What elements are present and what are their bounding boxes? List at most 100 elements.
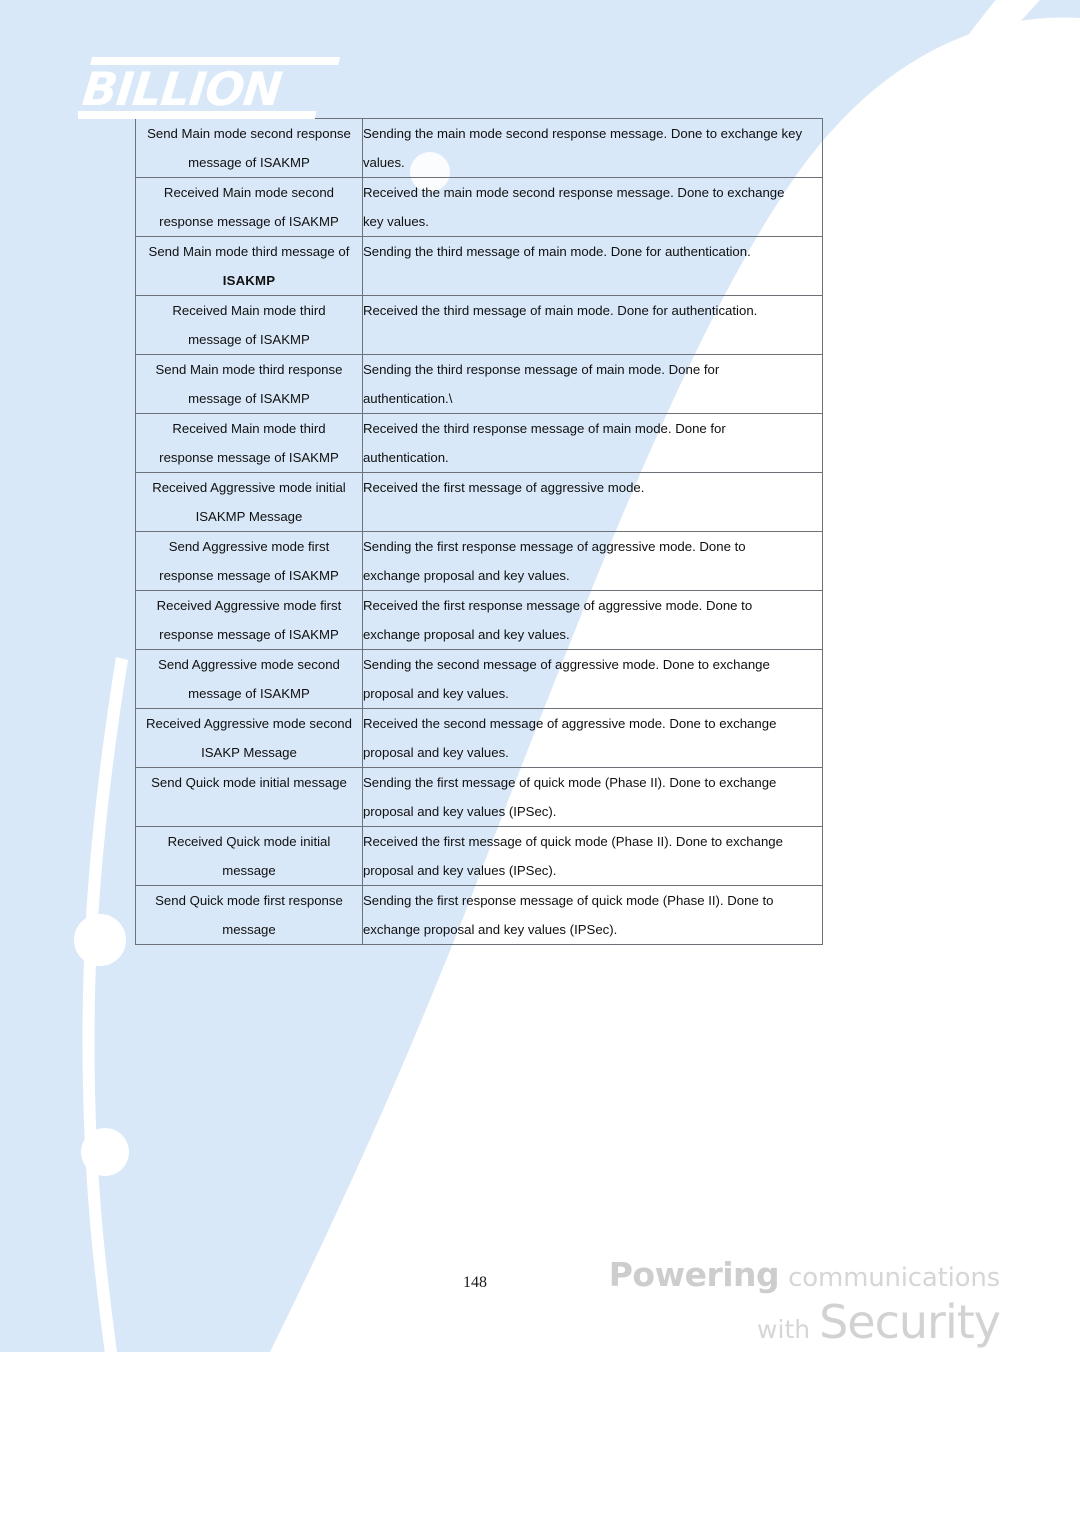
term-line: Send Aggressive mode second	[158, 657, 340, 672]
isakmp-log-message-table: Send Main mode second response message o…	[135, 118, 824, 945]
desc-line: exchange proposal and key values.	[362, 568, 570, 583]
table-cell-term: Received Aggressive mode initial ISAKMP …	[135, 472, 363, 532]
table-cell-description: Received the third message of main mode.…	[361, 295, 824, 355]
table-cell-term: Received Main mode third message of ISAK…	[135, 295, 363, 355]
table-cell-description: Received the first message of quick mode…	[361, 826, 824, 886]
desc-line: Sending the first response message of ag…	[362, 539, 746, 554]
table-cell-term: Send Aggressive mode second message of I…	[135, 649, 363, 709]
table-row: Received Aggressive mode initial ISAKMP …	[135, 472, 824, 532]
desc-line: Received the third message of main mode.…	[362, 303, 758, 318]
table-cell-term: Received Aggressive mode first response …	[135, 590, 363, 650]
table-cell-term: Received Main mode second response messa…	[135, 177, 363, 237]
desc-line: Received the first message of aggressive…	[362, 480, 645, 495]
tagline-line-1: Powering communications	[600, 1258, 1000, 1291]
table-row: Received Aggressive mode second ISAKP Me…	[135, 708, 824, 768]
desc-line: authentication.\	[362, 391, 453, 406]
table-cell-term: Send Main mode third response message of…	[135, 354, 363, 414]
billion-logo-text: BILLION	[80, 62, 285, 116]
table-cell-term: Send Main mode second response message o…	[135, 118, 363, 178]
desc-line: proposal and key values (IPSec).	[362, 863, 557, 878]
tagline-communications: communications	[788, 1263, 1000, 1293]
tagline-security: Security	[819, 1295, 1001, 1349]
table-row: Send Aggressive mode second message of I…	[135, 649, 824, 709]
footer-tagline: Powering communications with Security	[600, 1258, 1001, 1345]
table-cell-term: Send Main mode third message of ISAKMP	[135, 236, 363, 296]
tagline-powering: Powering	[608, 1255, 780, 1294]
desc-line: Sending the first message of quick mode …	[362, 775, 777, 790]
table-row: Send Main mode second response message o…	[135, 118, 824, 178]
term-line: Received Aggressive mode first	[156, 598, 342, 613]
desc-line: proposal and key values.	[362, 745, 509, 760]
term-line: Send Quick mode initial message	[151, 775, 347, 790]
table-cell-term: Send Quick mode initial message	[135, 767, 363, 827]
table-row: Received Main mode second response messa…	[135, 177, 824, 237]
desc-line: Sending the main mode second response me…	[362, 126, 803, 141]
table-cell-term: Received Quick mode initial message	[135, 826, 363, 886]
desc-line: Sending the third message of main mode. …	[362, 244, 751, 259]
term-line: Received Quick mode initial	[167, 834, 331, 849]
term-line: ISAKMP	[222, 273, 276, 288]
table-body: Send Main mode second response message o…	[135, 118, 824, 945]
table-cell-description: Sending the third response message of ma…	[361, 354, 824, 414]
billion-logo-mark: BILLION	[78, 57, 340, 119]
desc-line: proposal and key values (IPSec).	[362, 804, 557, 819]
term-line: Send Main mode third response	[155, 362, 343, 377]
billion-logo: BILLION	[78, 57, 348, 119]
term-line: message of ISAKMP	[188, 332, 310, 347]
table-row: Send Main mode third response message of…	[135, 354, 824, 414]
term-line: response message of ISAKMP	[159, 214, 339, 229]
term-line: response message of ISAKMP	[159, 627, 339, 642]
tagline-with: with	[757, 1315, 811, 1344]
term-line: Send Aggressive mode first	[168, 539, 330, 554]
desc-line: proposal and key values.	[362, 686, 509, 701]
table-cell-description: Sending the main mode second response me…	[361, 118, 824, 178]
page-number: 148	[463, 1274, 487, 1291]
desc-line: Sending the third response message of ma…	[362, 362, 720, 377]
term-line: Received Aggressive mode initial	[152, 480, 346, 495]
table-cell-term: Send Quick mode first response message	[135, 885, 363, 945]
table-row: Received Aggressive mode first response …	[135, 590, 824, 650]
desc-line: authentication.	[362, 450, 449, 465]
term-line: Send Quick mode first response	[155, 893, 343, 908]
table-cell-description: Received the third response message of m…	[361, 413, 824, 473]
desc-line: exchange proposal and key values (IPSec)…	[362, 922, 618, 937]
table-cell-description: Received the second message of aggressiv…	[361, 708, 824, 768]
term-line: Received Main mode third	[172, 303, 326, 318]
term-line: response message of ISAKMP	[159, 568, 339, 583]
table-cell-description: Sending the first response message of ag…	[361, 531, 824, 591]
table-cell-description: Sending the first response message of qu…	[361, 885, 824, 945]
desc-line: Received the main mode second response m…	[362, 185, 785, 200]
desc-line: exchange proposal and key values.	[362, 627, 570, 642]
desc-line: Received the second message of aggressiv…	[362, 716, 777, 731]
desc-line: Sending the second message of aggressive…	[362, 657, 770, 672]
desc-line: Received the third response message of m…	[362, 421, 726, 436]
table-cell-description: Received the main mode second response m…	[361, 177, 824, 237]
table-cell-description: Sending the third message of main mode. …	[361, 236, 824, 296]
table-row: Send Aggressive mode first response mess…	[135, 531, 824, 591]
term-line: Send Main mode third message of	[148, 244, 350, 259]
desc-line: Received the first response message of a…	[362, 598, 753, 613]
table-cell-description: Received the first response message of a…	[361, 590, 824, 650]
table-cell-term: Received Main mode third response messag…	[135, 413, 363, 473]
table-row: Received Main mode third message of ISAK…	[135, 295, 824, 355]
table-cell-description: Sending the first message of quick mode …	[361, 767, 824, 827]
table-row: Received Quick mode initial message Rece…	[135, 826, 824, 886]
term-line: Received Aggressive mode second	[145, 716, 352, 731]
table-cell-description: Received the first message of aggressive…	[361, 472, 824, 532]
desc-line: Sending the first response message of qu…	[362, 893, 774, 908]
term-line: response message of ISAKMP	[159, 450, 339, 465]
term-line: Received Main mode third	[172, 421, 326, 436]
term-line: message	[222, 922, 276, 937]
term-line: Send Main mode second response	[147, 126, 351, 141]
term-line: message of ISAKMP	[188, 686, 310, 701]
tagline-line-2: with Security	[600, 1299, 1001, 1345]
desc-line: values.	[362, 155, 405, 170]
term-line: message of ISAKMP	[188, 155, 310, 170]
term-line: ISAKMP Message	[195, 509, 303, 524]
desc-line: Received the first message of quick mode…	[362, 834, 783, 849]
table-cell-term: Send Aggressive mode first response mess…	[135, 531, 363, 591]
table-row: Send Quick mode initial message Sending …	[135, 767, 824, 827]
desc-line: key values.	[362, 214, 429, 229]
document-page: BILLION Send Main mode second response m…	[0, 0, 1080, 1528]
table-row: Send Quick mode first response message S…	[135, 885, 824, 945]
